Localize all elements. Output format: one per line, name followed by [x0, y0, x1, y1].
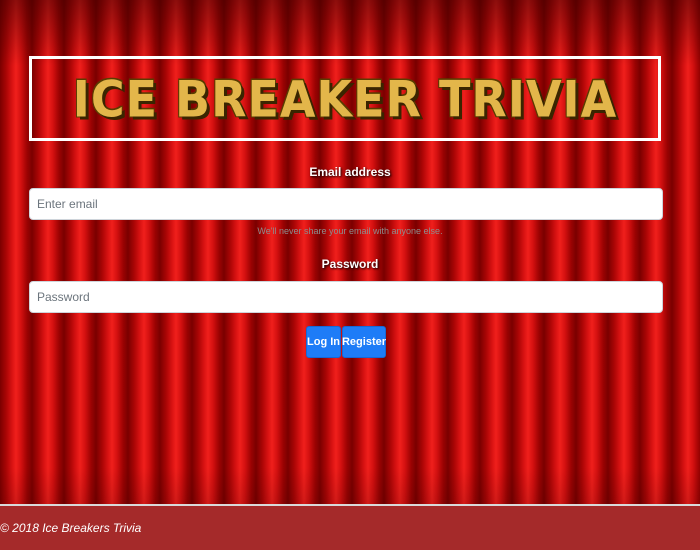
login-button[interactable]: Log In: [306, 326, 341, 358]
password-field[interactable]: [29, 281, 663, 313]
email-help-text: We'll never share your email with anyone…: [257, 226, 443, 236]
email-label: Email address: [309, 165, 391, 179]
footer-copyright: © 2018 Ice Breakers Trivia: [0, 521, 142, 535]
footer: © 2018 Ice Breakers Trivia: [0, 504, 700, 550]
register-button[interactable]: Register: [342, 326, 386, 358]
password-label: Password: [321, 257, 379, 271]
email-field[interactable]: [29, 188, 663, 220]
title-banner: ICE BREAKER TRIVIA: [29, 56, 661, 141]
page-title: ICE BREAKER TRIVIA: [72, 69, 618, 128]
